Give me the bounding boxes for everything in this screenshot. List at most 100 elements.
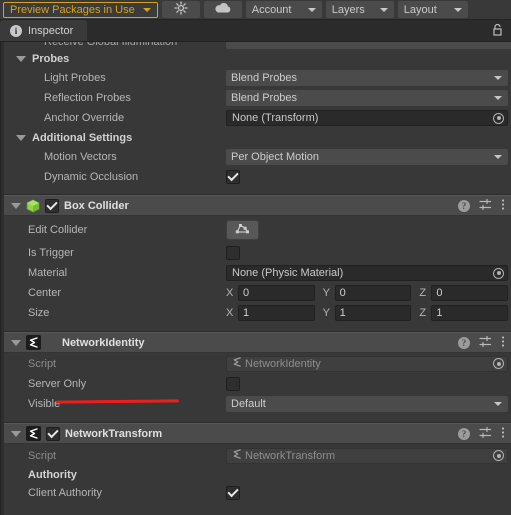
box-collider-title: Box Collider [64, 199, 129, 212]
network-transform-enabled-checkbox[interactable] [46, 426, 60, 441]
axis-x-label: X [226, 307, 234, 319]
row-center: Center X 0 Y 0 Z 0 [4, 283, 511, 303]
center-label: Center [28, 287, 62, 299]
chevron-down-icon [494, 155, 502, 159]
mirror-logo-icon [26, 335, 41, 350]
row-nt-script: Script NetworkTransform [4, 444, 511, 467]
center-y-input[interactable]: 0 [334, 285, 412, 301]
clipped-receive-gi-row: Receive Global Illumination [4, 42, 511, 49]
component-header-network-transform[interactable]: NetworkTransform ? [1, 423, 511, 444]
row-edit-collider: Edit Collider [4, 216, 511, 243]
edit-collider-label: Edit Collider [28, 223, 88, 236]
reflection-probes-dropdown[interactable]: Blend Probes [226, 90, 508, 106]
row-size: Size X 1 Y 1 Z 1 [4, 303, 511, 323]
nt-script-objectfield[interactable]: NetworkTransform [226, 447, 508, 464]
chevron-down-icon [453, 7, 462, 12]
is-trigger-checkbox[interactable] [226, 246, 240, 260]
layout-label: Layout [403, 3, 437, 16]
tab-inspector[interactable]: i Inspector [0, 20, 88, 41]
preview-packages-dropdown[interactable]: Preview Packages in Use [3, 1, 158, 18]
mirror-logo-icon [26, 426, 41, 441]
object-picker-icon[interactable] [493, 358, 504, 369]
object-picker-icon[interactable] [493, 267, 504, 279]
edit-collider-button[interactable] [226, 219, 259, 240]
help-icon[interactable]: ? [458, 427, 470, 440]
chevron-down-icon [142, 7, 151, 12]
size-x-input[interactable]: 1 [238, 305, 315, 321]
foldout-additional-settings[interactable]: Additional Settings [4, 128, 511, 147]
ni-script-objectfield[interactable]: NetworkIdentity [226, 355, 508, 372]
layers-dropdown[interactable]: Layers [325, 1, 394, 18]
help-icon[interactable]: ? [458, 199, 470, 212]
triangle-down-icon[interactable] [11, 430, 21, 437]
center-z-input[interactable]: 0 [431, 285, 509, 301]
preset-icon[interactable] [479, 335, 492, 351]
axis-y-label: Y [322, 307, 331, 319]
object-picker-icon[interactable] [493, 112, 504, 124]
material-objectfield[interactable]: None (Physic Material) [226, 265, 508, 281]
size-y-input[interactable]: 1 [334, 305, 412, 321]
mirror-logo-icon [232, 357, 242, 370]
box-collider-cube-icon [26, 199, 40, 213]
center-x-input[interactable]: 0 [238, 285, 315, 301]
component-header-box-collider[interactable]: Box Collider ? [1, 195, 511, 216]
size-vector3: X 1 Y 1 Z 1 [226, 305, 509, 321]
chevron-down-icon [494, 96, 502, 100]
more-menu-icon[interactable] [501, 335, 505, 351]
light-probes-label: Light Probes [44, 72, 106, 84]
client-authority-checkbox[interactable] [226, 486, 240, 500]
unity-top-toolbar: Preview Packages in Use Account Layers L… [0, 0, 511, 20]
anchor-override-objectfield[interactable]: None (Transform) [226, 110, 508, 126]
anchor-override-value: None (Transform) [232, 112, 319, 124]
chevron-down-icon [494, 402, 502, 406]
inspector-panel: Receive Global Illumination Probes Light… [0, 42, 511, 515]
dynamic-occlusion-checkbox[interactable] [226, 170, 240, 184]
layout-dropdown[interactable]: Layout [397, 1, 468, 18]
row-visible: Visible Default [4, 394, 511, 414]
row-anchor-override: Anchor Override None (Transform) [4, 108, 511, 128]
row-motion-vectors: Motion Vectors Per Object Motion [4, 147, 511, 167]
triangle-down-icon [16, 134, 26, 141]
inspector-tabbar: i Inspector [0, 20, 511, 42]
component-header-network-identity[interactable]: NetworkIdentity ? [1, 332, 511, 353]
dynamic-occlusion-label: Dynamic Occlusion [44, 171, 139, 183]
foldout-probes[interactable]: Probes [4, 49, 511, 68]
authority-header-label: Authority [28, 469, 77, 481]
network-identity-title: NetworkIdentity [62, 336, 145, 349]
info-icon: i [10, 24, 22, 37]
row-server-only: Server Only [4, 374, 511, 394]
cloud-services-button[interactable] [203, 1, 242, 18]
server-only-checkbox[interactable] [226, 377, 240, 391]
object-picker-icon[interactable] [493, 450, 504, 461]
triangle-down-icon[interactable] [11, 339, 21, 346]
row-dynamic-occlusion: Dynamic Occlusion [4, 167, 511, 187]
center-vector3: X 0 Y 0 Z 0 [226, 285, 509, 301]
inspector-lock-button[interactable] [492, 20, 511, 41]
account-dropdown[interactable]: Account [245, 1, 322, 18]
preview-packages-label: Preview Packages in Use [10, 3, 135, 16]
visible-dropdown[interactable]: Default [226, 396, 508, 412]
more-menu-icon[interactable] [501, 426, 505, 442]
preset-icon[interactable] [479, 426, 492, 442]
light-probes-value: Blend Probes [231, 72, 298, 84]
inspector-left-rail [1, 42, 4, 515]
size-label: Size [28, 307, 50, 319]
lighting-settings-button[interactable] [161, 1, 200, 18]
help-icon[interactable]: ? [458, 336, 470, 349]
triangle-down-icon[interactable] [11, 202, 21, 209]
clipped-row-field [226, 42, 511, 49]
box-collider-enabled-checkbox[interactable] [45, 198, 59, 213]
preset-icon[interactable] [479, 198, 492, 214]
light-probes-dropdown[interactable]: Blend Probes [226, 70, 508, 86]
is-trigger-label: Is Trigger [28, 247, 74, 259]
motion-vectors-dropdown[interactable]: Per Object Motion [226, 149, 508, 165]
edit-collider-icon [234, 222, 251, 238]
size-z-input[interactable]: 1 [431, 305, 509, 321]
more-menu-icon[interactable] [501, 198, 505, 214]
clipped-row-label: Receive Global Illumination [44, 42, 178, 48]
ni-script-label: Script [28, 357, 57, 370]
reflection-probes-value: Blend Probes [231, 92, 298, 104]
row-client-authority: Client Authority [4, 483, 511, 503]
